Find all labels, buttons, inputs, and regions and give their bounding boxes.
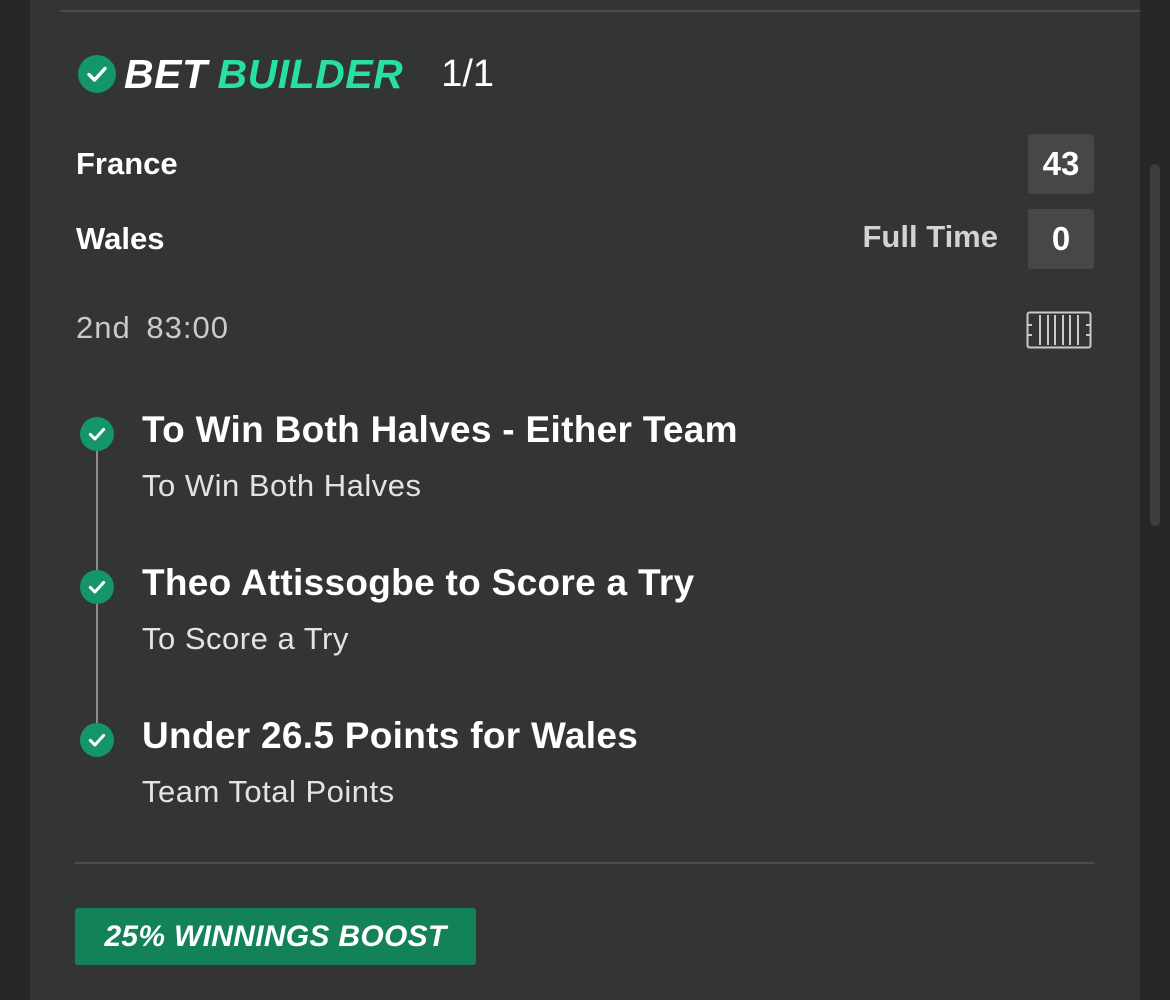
pitch-icon[interactable] [1026,311,1092,349]
selection-market: To Score a Try [142,621,349,656]
match-period: 2nd [76,310,131,345]
selection-name: Under 26.5 Points for Wales [142,715,639,756]
home-team-name: France [76,146,178,181]
match-status: Full Time [862,219,998,254]
check-circle-icon [80,723,114,757]
top-divider [60,10,1140,12]
selection-name: Theo Attissogbe to Score a Try [142,562,695,603]
section-divider [75,862,1095,864]
bet-builder-count: 1/1 [441,52,495,95]
bet-builder-header: BET BUILDER 1/1 [78,51,495,98]
check-circle-icon [80,417,114,451]
match-time: 83:00 [146,310,229,345]
selection-market: Team Total Points [142,774,395,809]
match-clock: 2nd 83:00 [76,310,229,346]
check-circle-icon [78,55,116,93]
scrollbar[interactable] [1150,164,1160,526]
home-team-score: 43 [1028,134,1094,194]
bet-builder-title-bet: BET [124,50,208,97]
away-team-score: 0 [1028,209,1094,269]
bet-builder-title-builder: BUILDER [217,50,404,97]
away-team-name: Wales [76,221,165,256]
bet-card: BET BUILDER 1/1 France 43 Wales Full Time… [30,0,1140,1000]
selection-market: To Win Both Halves [142,468,422,503]
bet-builder-title: BET BUILDER [124,51,403,98]
winnings-boost-badge: 25% WINNINGS BOOST [75,908,476,965]
check-circle-icon [80,570,114,604]
selection-name: To Win Both Halves - Either Team [142,409,738,450]
